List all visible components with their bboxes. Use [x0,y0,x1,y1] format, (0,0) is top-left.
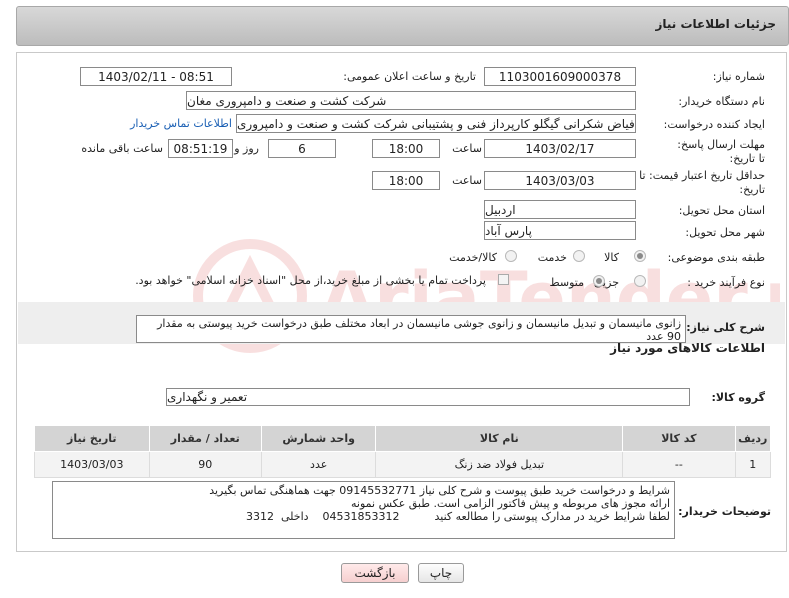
reply-time-label: ساعت [452,142,482,155]
col-row-number: ردیف [734,425,772,452]
col-quantity: تعداد / مقدار [148,425,262,452]
buyer-notes-box: شرایط و درخواست خرید طبق پیوست و شرح کلی… [52,481,675,539]
table-header-row: ردیف کد کالا نام کالا واحد شمارش تعداد /… [34,425,772,452]
reply-deadline-label: مهلت ارسال پاسخ: تا تاریخ: [677,138,765,165]
goods-info-title: اطلاعات کالاهای مورد نیاز [610,341,765,355]
col-item-code: کد کالا [622,425,736,452]
radio-service-label: خدمت [537,251,567,264]
radio-goods[interactable] [634,250,646,262]
need-number-label: شماره نیاز: [712,70,765,83]
table-row: 1 -- تبدیل فولاد ضد زنگ عدد 90 1403/03/0… [34,451,772,478]
back-button[interactable]: بازگشت [341,563,409,583]
delivery-city-field: پارس آباد [484,221,636,240]
buyer-org-label: نام دستگاه خریدار: [678,95,765,108]
delivery-city-label: شهر محل تحویل: [685,226,765,239]
purchase-type-label: نوع فرآیند خرید : [687,276,765,289]
radio-medium-label: متوسط [549,276,584,289]
buyer-note-line: لطفا شرایط خرید در مدارک پیوستی را مطالع… [245,510,670,523]
announce-datetime-field: 1403/02/11 - 08:51 [80,67,232,86]
treasury-checkbox[interactable] [498,274,509,285]
buyer-contact-link[interactable]: اطلاعات تماس خریدار [130,117,232,130]
subject-category-label: طبقه بندی موضوعی: [667,251,765,264]
price-time-label: ساعت [452,174,482,187]
goods-group-field: تعمیر و نگهداری [166,388,690,406]
buyer-note-line: ارائه مجوز های مربوطه و پیش فاکتور الزام… [351,497,670,510]
goods-table: ردیف کد کالا نام کالا واحد شمارش تعداد /… [34,425,772,478]
remaining-time-field: 08:51:19 [168,139,233,158]
cell-unit: عدد [260,451,377,478]
delivery-province-label: استان محل تحویل: [678,204,765,217]
requester-label: ایجاد کننده درخواست: [663,118,765,131]
reply-deadline-date: 1403/02/17 [484,139,636,158]
col-need-date: تاریخ نیاز [34,425,150,452]
general-description-textarea: زانوی مانیسمان و تبدیل مانیسمان و زانوی … [136,315,686,343]
announce-datetime-label: تاریخ و ساعت اعلان عمومی: [343,70,476,83]
radio-service[interactable] [573,250,585,262]
radio-goods-service[interactable] [505,250,517,262]
print-button[interactable]: چاپ [418,563,464,583]
general-description-label: شرح کلی نیاز: [686,321,765,334]
reply-deadline-time: 18:00 [372,139,440,158]
col-unit: واحد شمارش [260,425,377,452]
page-title: جزئیات اطلاعات نیاز [655,17,776,31]
price-validity-label: حداقل تاریخ اعتبار قیمت: تا تاریخ: [639,169,765,196]
radio-medium[interactable] [593,275,605,287]
need-number-field: 1103001609000378 [484,67,636,86]
requester-field: فیاض شکرانی گیگلو کارپرداز فنی و پشتیبان… [236,114,636,133]
cell-item-code: -- [622,451,736,478]
remaining-days-field: 6 [268,139,336,158]
radio-goods-label: کالا [604,251,619,264]
cell-item-name: تبدیل فولاد ضد زنگ [375,451,624,478]
col-item-name: نام کالا [375,425,624,452]
goods-table-wrapper: ردیف کد کالا نام کالا واحد شمارش تعداد /… [34,425,772,478]
buyer-notes-label: توضیحات خریدار: [678,505,771,518]
page-header: جزئیات اطلاعات نیاز [16,6,789,46]
delivery-province-field: اردبیل [484,200,636,219]
price-validity-time: 18:00 [372,171,440,190]
goods-group-label: گروه کالا: [711,391,765,404]
treasury-payment-note: پرداخت تمام یا بخشی از مبلغ خرید،از محل … [135,274,486,287]
remaining-label: ساعت باقی مانده [81,142,163,155]
days-label: روز و [234,142,259,155]
cell-quantity: 90 [148,451,262,478]
cell-row-number: 1 [734,451,772,478]
radio-goods-service-label: کالا/خدمت [449,251,497,264]
radio-minor[interactable] [634,275,646,287]
cell-need-date: 1403/03/03 [34,451,150,478]
buyer-org-field: شرکت کشت و صنعت و دامپروری مغان [186,91,636,110]
buyer-note-line: شرایط و درخواست خرید طبق پیوست و شرح کلی… [209,484,670,497]
price-validity-date: 1403/03/03 [484,171,636,190]
